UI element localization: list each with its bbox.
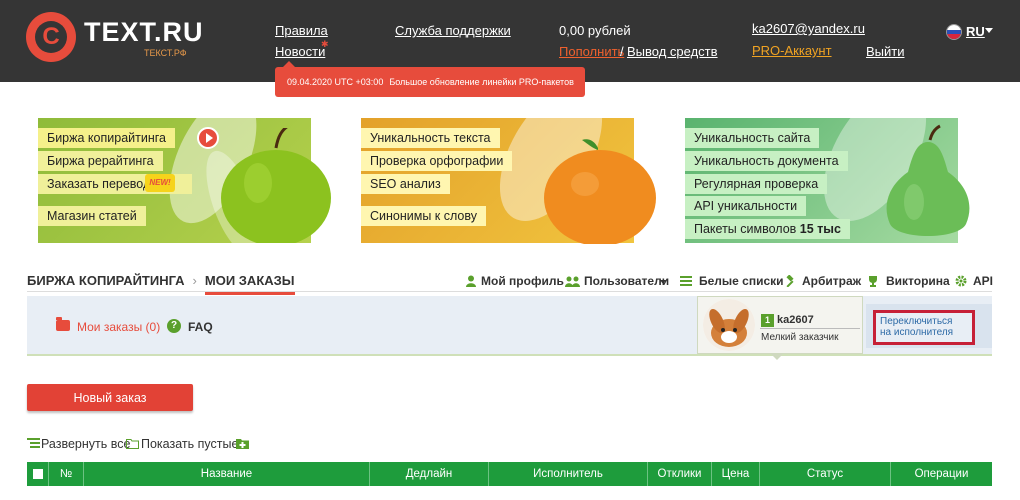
expand-icon	[27, 438, 40, 448]
my-profile-link[interactable]: Мой профиль	[481, 274, 564, 288]
link-separator: /	[620, 44, 624, 59]
add-folder-icon[interactable]	[236, 438, 249, 449]
apple-icon	[221, 128, 331, 243]
rules-link[interactable]: Правила	[275, 23, 328, 38]
synonyms-link[interactable]: Синонимы к слову	[361, 206, 486, 226]
switch-to-executor-button[interactable]: Переключиться на исполнителя	[873, 310, 975, 345]
user-card-pointer	[771, 354, 783, 360]
text-uniqueness-link[interactable]: Уникальность текста	[361, 128, 500, 148]
pear-icon	[886, 124, 970, 236]
breadcrumb: БИРЖА КОПИРАЙТИНГА › МОИ ЗАКАЗЫ	[27, 273, 295, 295]
show-empty-link[interactable]: Показать пустые	[141, 437, 238, 451]
users-caret-icon[interactable]	[660, 280, 666, 284]
api-link[interactable]: API	[973, 274, 993, 288]
switch-line-2: на исполнителя	[880, 327, 954, 338]
topup-link[interactable]: Пополнить	[559, 44, 624, 59]
uniqueness-api-link[interactable]: API уникальности	[685, 196, 807, 216]
column-price[interactable]: Цена	[712, 462, 760, 486]
column-number[interactable]: №	[49, 462, 84, 486]
arbitration-link[interactable]: Арбитраж	[802, 274, 861, 288]
avatar[interactable]	[703, 299, 755, 351]
article-store-link[interactable]: Магазин статей	[38, 206, 146, 226]
account-email-link[interactable]: ka2607@yandex.ru	[752, 21, 865, 36]
folder-icon	[56, 317, 70, 331]
document-uniqueness-link[interactable]: Уникальность документа	[685, 151, 848, 171]
column-deadline[interactable]: Дедлайн	[370, 462, 489, 486]
trophy-icon	[869, 276, 877, 287]
rank-badge: 1	[761, 314, 774, 327]
orange-fruit-icon	[544, 139, 656, 244]
news-text: Большое обновление линейки PRO-пакетов	[389, 77, 574, 87]
breadcrumb-divider	[27, 291, 992, 292]
news-link[interactable]: Новости	[275, 44, 325, 59]
expand-all-link[interactable]: Развернуть все	[41, 437, 130, 451]
user-progress-line	[760, 328, 860, 329]
whitelists-link[interactable]: Белые списки	[699, 274, 784, 288]
logo-icon[interactable]: C	[26, 12, 76, 62]
copywriting-exchange-link[interactable]: Биржа копирайтинга	[38, 128, 175, 148]
symbol-packages-value: 15 тыс	[799, 222, 841, 236]
column-title[interactable]: Название	[84, 462, 370, 486]
empty-folder-icon	[126, 439, 139, 449]
logo-text[interactable]: TEXT.RU	[84, 17, 204, 48]
user-icon	[466, 275, 476, 287]
column-operations[interactable]: Операции	[891, 462, 992, 486]
user-status: Мелкий заказчик	[761, 332, 839, 343]
breadcrumb-section-link[interactable]: БИРЖА КОПИРАЙТИНГА	[27, 273, 185, 288]
my-orders-link[interactable]: Мои заказы (0)	[77, 320, 160, 334]
gear-icon	[955, 275, 967, 287]
new-badge: NEW!	[145, 174, 175, 192]
help-icon: ?	[167, 319, 181, 333]
breadcrumb-separator: ›	[192, 273, 197, 288]
users-icon	[565, 276, 580, 287]
balance-text: 0,00 рублей	[559, 23, 631, 38]
users-menu[interactable]: Пользователи	[584, 274, 669, 288]
news-tooltip[interactable]: 09.04.2020 UTC +03:00 Большое обновление …	[275, 61, 585, 97]
faq-link[interactable]: FAQ	[188, 320, 213, 334]
play-video-icon[interactable]	[197, 127, 219, 149]
rewriting-exchange-link[interactable]: Биржа рерайтинга	[38, 151, 163, 171]
list-icon	[680, 276, 692, 286]
news-indicator-icon: ✱	[321, 39, 329, 49]
regular-check-link[interactable]: Регулярная проверка	[685, 174, 828, 194]
site-uniqueness-link[interactable]: Уникальность сайта	[685, 128, 820, 148]
column-executor[interactable]: Исполнитель	[489, 462, 648, 486]
quiz-link[interactable]: Викторина	[886, 274, 950, 288]
spell-check-link[interactable]: Проверка орфографии	[361, 151, 513, 171]
language-selector[interactable]: RU	[966, 24, 985, 39]
pro-account-link[interactable]: PRO-Аккаунт	[752, 43, 832, 58]
column-responses[interactable]: Отклики	[648, 462, 712, 486]
logo-subtitle: ТЕКСТ.РФ	[144, 48, 187, 58]
symbol-packages-label: Пакеты символов	[694, 222, 797, 236]
news-date: 09.04.2020 UTC +03:00	[287, 77, 384, 87]
username[interactable]: ka2607	[777, 314, 814, 326]
new-order-button[interactable]: Новый заказ	[27, 384, 193, 411]
support-link[interactable]: Служба поддержки	[395, 23, 511, 38]
column-status[interactable]: Статус	[760, 462, 891, 486]
seo-analysis-link[interactable]: SEO анализ	[361, 174, 450, 194]
gavel-icon	[786, 275, 794, 287]
withdraw-link[interactable]: Вывод средств	[627, 44, 718, 59]
symbol-packages-link[interactable]: Пакеты символов 15 тыс	[685, 219, 850, 239]
breadcrumb-current: МОИ ЗАКАЗЫ	[204, 273, 295, 295]
select-all-cell	[27, 462, 49, 486]
chevron-down-icon[interactable]	[985, 28, 993, 33]
russia-flag-icon[interactable]	[946, 24, 962, 40]
switch-line-1: Переключиться	[880, 316, 953, 327]
select-all-checkbox[interactable]	[32, 469, 43, 479]
logout-link[interactable]: Выйти	[866, 44, 905, 59]
